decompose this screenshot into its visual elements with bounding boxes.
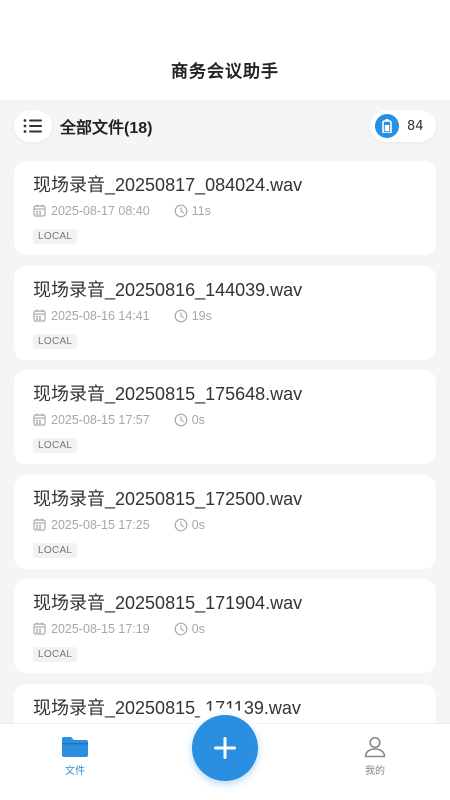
file-date: 2025-08-17 08:40 (51, 204, 150, 218)
file-card[interactable]: 现场录音_20250816_144039.wav 2025-08-16 14:4… (14, 265, 436, 360)
file-card[interactable]: 现场录音_20250815_172500.wav 2025-08-15 17:2… (14, 474, 436, 569)
file-duration: 0s (191, 413, 205, 427)
file-date: 2025-08-15 17:25 (51, 517, 150, 532)
file-name: 现场录音_20250816_144039.wav (33, 279, 303, 300)
battery-count: 84 (407, 118, 424, 134)
file-duration: 19s (191, 308, 212, 323)
list-menu-icon (23, 118, 43, 134)
file-list[interactable]: 现场录音_20250817_084024.wav 2025-08-17 08:4… (14, 161, 436, 723)
storage-badge: LOCAL (33, 647, 78, 662)
calendar-icon (33, 622, 47, 636)
battery-indicator[interactable]: 84 (370, 110, 436, 142)
storage-badge: LOCAL (33, 542, 78, 558)
fab-container (185, 708, 265, 788)
calendar-icon (33, 518, 47, 532)
app-title: 商务会议助手 (171, 62, 279, 82)
file-card[interactable]: 现场录音_20250817_084024.wav 2025-08-17 08:4… (14, 161, 436, 255)
nav-label-files: 文件 (65, 766, 85, 777)
plus-icon (212, 735, 238, 761)
file-name: 现场录音_20250815_171904.wav (33, 593, 303, 613)
clock-icon (174, 413, 188, 427)
nav-tab-files[interactable]: 文件 (45, 736, 105, 777)
calendar-icon (33, 204, 47, 218)
file-duration: 11s (191, 204, 211, 218)
file-duration: 0s (191, 622, 205, 636)
file-name: 现场录音_20250815_175648.wav (33, 384, 303, 404)
list-toolbar: 全部文件(18) 84 (0, 100, 450, 152)
clock-icon (174, 518, 188, 532)
folder-icon (61, 736, 89, 758)
nav-tab-mine[interactable]: 我的 (345, 736, 405, 777)
list-title: 全部文件(18) (60, 120, 153, 137)
app-header: 商务会议助手 (0, 0, 450, 100)
storage-badge: LOCAL (33, 229, 78, 244)
file-date: 2025-08-16 14:41 (51, 308, 150, 323)
storage-badge: LOCAL (33, 438, 78, 453)
storage-badge: LOCAL (33, 333, 78, 349)
add-recording-button[interactable] (192, 715, 258, 781)
file-card[interactable]: 现场录音_20250815_171904.wav 2025-08-15 17:1… (14, 579, 436, 673)
calendar-icon (33, 413, 47, 427)
file-card[interactable]: 现场录音_20250815_175648.wav 2025-08-15 17:5… (14, 370, 436, 464)
battery-icon (375, 114, 399, 138)
file-name: 现场录音_20250817_084024.wav (33, 175, 303, 195)
calendar-icon (33, 309, 47, 323)
file-name: 现场录音_20250815_172500.wav (33, 488, 303, 509)
clock-icon (174, 204, 188, 218)
user-icon (363, 736, 387, 758)
file-duration: 0s (191, 517, 205, 532)
clock-icon (174, 309, 188, 323)
nav-label-mine: 我的 (365, 766, 385, 777)
clock-icon (174, 622, 188, 636)
file-date: 2025-08-15 17:57 (51, 413, 150, 427)
menu-button[interactable] (14, 110, 52, 142)
file-date: 2025-08-15 17:19 (51, 622, 150, 636)
